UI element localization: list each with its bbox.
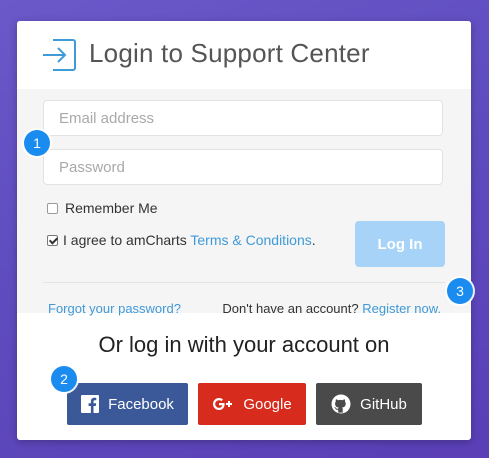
- google-label: Google: [243, 395, 292, 413]
- step-badge-2: 2: [51, 366, 77, 392]
- terms-agree-text: I agree to amCharts: [63, 232, 191, 248]
- google-login-button[interactable]: Google: [198, 383, 306, 425]
- terms-agree-row[interactable]: I agree to amCharts Terms & Conditions.: [47, 232, 316, 248]
- page-title: Login to Support Center: [89, 38, 370, 68]
- forgot-password-link[interactable]: Forgot your password?: [48, 301, 181, 316]
- social-login-title: Or log in with your account on: [98, 332, 390, 357]
- github-login-button[interactable]: GitHub: [316, 383, 422, 425]
- register-row: Don't have an account? Register now.: [222, 301, 441, 316]
- terms-link[interactable]: Terms & Conditions: [190, 232, 311, 248]
- google-plus-icon: [213, 398, 233, 410]
- login-icon: [43, 39, 76, 71]
- remember-me-checkbox[interactable]: [47, 203, 58, 214]
- facebook-label: Facebook: [108, 395, 174, 413]
- email-field[interactable]: [43, 100, 443, 136]
- remember-me-label: Remember Me: [65, 200, 158, 216]
- login-header: Login to Support Center: [17, 21, 471, 89]
- no-account-text: Don't have an account?: [222, 301, 363, 316]
- login-button[interactable]: Log In: [355, 221, 445, 267]
- facebook-icon: [81, 395, 100, 413]
- remember-me-row[interactable]: Remember Me: [47, 200, 158, 216]
- terms-agree-suffix: .: [311, 232, 316, 248]
- form-divider: [43, 282, 445, 283]
- github-label: GitHub: [360, 395, 407, 413]
- password-field[interactable]: [43, 149, 443, 185]
- step-badge-3: 3: [447, 278, 473, 304]
- terms-agree-checkbox[interactable]: [47, 235, 58, 246]
- login-card: Login to Support Center Remember Me I ag…: [17, 21, 471, 440]
- github-icon: [331, 394, 351, 414]
- facebook-login-button[interactable]: Facebook: [67, 383, 188, 425]
- step-badge-1: 1: [24, 130, 50, 156]
- login-form: Remember Me I agree to amCharts Terms & …: [17, 89, 471, 316]
- register-link[interactable]: Register now.: [362, 301, 441, 316]
